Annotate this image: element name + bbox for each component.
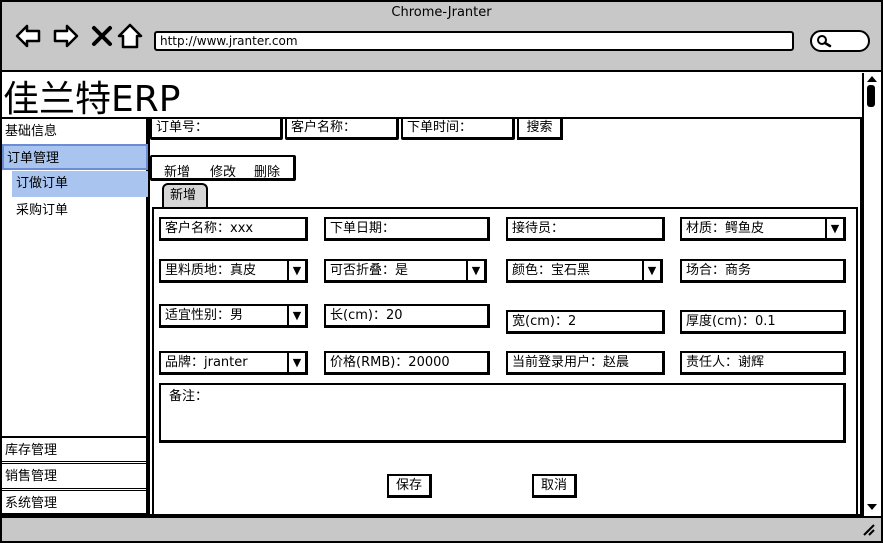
width-field[interactable]: 宽(cm)：2	[506, 310, 665, 334]
sidebar-item-sales[interactable]: 销售管理	[2, 463, 148, 489]
resize-grip-icon[interactable]	[860, 522, 876, 536]
sidebar-item-inventory[interactable]: 库存管理	[2, 436, 148, 462]
cancel-button[interactable]: 取消	[532, 474, 577, 498]
dropdown-arrow-icon[interactable]: ▼	[642, 261, 660, 283]
gender-select[interactable]: 适宜性别：男 ▼	[159, 304, 308, 328]
customer-name-search-input[interactable]: 客户名称：	[285, 117, 399, 140]
close-icon[interactable]	[88, 22, 116, 50]
scroll-thumb[interactable]	[867, 85, 875, 107]
dropdown-arrow-icon[interactable]: ▼	[287, 353, 305, 375]
lining-select[interactable]: 里料质地：真皮 ▼	[159, 259, 308, 283]
sidebar-item-order-management[interactable]: 订单管理	[2, 144, 148, 170]
sidebar-item-purchase-order[interactable]: 采购订单	[12, 198, 148, 224]
material-select[interactable]: 材质：鳄鱼皮 ▼	[680, 217, 846, 241]
browser-search-box[interactable]	[810, 30, 870, 52]
dropdown-arrow-icon[interactable]: ▼	[287, 261, 305, 283]
save-button[interactable]: 保存	[387, 474, 432, 498]
window-title: Chrome-Jranter	[391, 5, 492, 20]
length-field[interactable]: 长(cm)：20	[324, 304, 490, 328]
order-time-input[interactable]: 下单时间：	[401, 117, 515, 140]
dropdown-arrow-icon[interactable]: ▼	[466, 261, 484, 283]
price-field[interactable]: 价格(RMB)：20000	[324, 351, 490, 375]
foldable-select[interactable]: 可否折叠：是 ▼	[324, 259, 487, 283]
color-select-value: 颜色：宝石黑	[512, 263, 591, 278]
scroll-down-icon[interactable]	[865, 502, 879, 512]
add-button[interactable]: 新增	[164, 161, 190, 180]
remarks-textarea[interactable]: 备注：	[159, 383, 846, 443]
home-icon[interactable]	[116, 22, 144, 50]
search-icon	[817, 35, 832, 48]
brand-select-value: 品牌：jranter	[165, 355, 248, 370]
sidebar-item-system[interactable]: 系统管理	[2, 490, 148, 516]
brand-title: 佳兰特ERP	[3, 79, 181, 120]
status-bar	[0, 516, 883, 543]
lining-select-value: 里料质地：真皮	[165, 263, 257, 278]
delete-button[interactable]: 删除	[254, 161, 280, 180]
owner-field[interactable]: 责任人：谢辉	[680, 351, 846, 375]
brand-select[interactable]: 品牌：jranter ▼	[159, 351, 308, 375]
dropdown-arrow-icon[interactable]: ▼	[287, 306, 305, 328]
back-icon[interactable]	[14, 22, 42, 50]
thickness-field[interactable]: 厚度(cm)：0.1	[680, 310, 846, 334]
edit-button[interactable]: 修改	[210, 161, 236, 180]
occasion-field[interactable]: 场合：商务	[680, 259, 846, 283]
color-select[interactable]: 颜色：宝石黑 ▼	[506, 259, 663, 283]
scroll-up-icon[interactable]	[865, 74, 879, 84]
sidebar-item-basic-info[interactable]: 基础信息	[2, 119, 148, 145]
sidebar-item-custom-order[interactable]: 订做订单	[12, 171, 148, 197]
foldable-select-value: 可否折叠：是	[330, 263, 409, 278]
order-number-input[interactable]: 订单号：	[150, 117, 283, 140]
dropdown-arrow-icon[interactable]: ▼	[825, 219, 843, 241]
receptionist-field[interactable]: 接待员：	[506, 217, 665, 241]
tab-add[interactable]: 新增	[162, 183, 208, 207]
gender-select-value: 适宜性别：男	[165, 308, 244, 323]
order-date-field[interactable]: 下单日期：	[324, 217, 490, 241]
current-user-field[interactable]: 当前登录用户：赵晨	[506, 351, 665, 375]
vertical-scrollbar[interactable]	[862, 73, 880, 516]
search-button[interactable]: 搜索	[517, 117, 563, 140]
url-bar[interactable]: http://www.jranter.com	[154, 31, 794, 51]
customer-name-field[interactable]: 客户名称：xxx	[159, 217, 308, 241]
forward-icon[interactable]	[52, 22, 80, 50]
material-select-value: 材质：鳄鱼皮	[686, 221, 765, 236]
